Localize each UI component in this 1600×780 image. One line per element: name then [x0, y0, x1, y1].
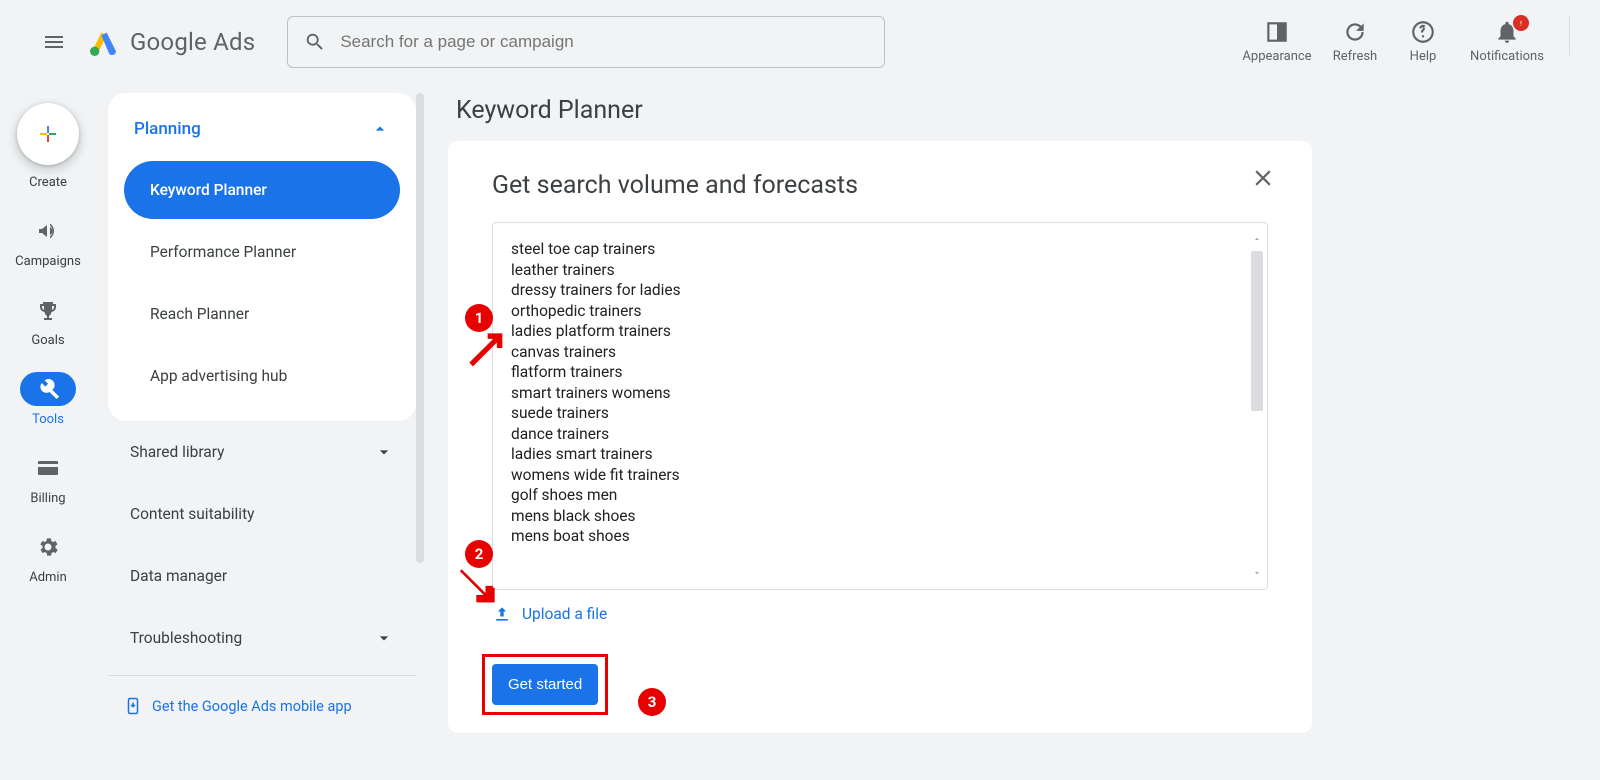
keywords-scrollbar[interactable] — [1251, 251, 1263, 411]
page-title: Keyword Planner — [456, 96, 1590, 125]
side-panel: Planning Keyword Planner Performance Pla… — [108, 93, 416, 780]
keywords-textarea[interactable]: steel toe cap trainers leather trainers … — [493, 223, 1267, 589]
upload-label: Upload a file — [522, 605, 607, 623]
trophy-icon — [36, 298, 60, 322]
rail-billing[interactable]: Billing — [8, 445, 88, 516]
global-search[interactable] — [287, 16, 885, 68]
caret-down-icon — [1252, 568, 1262, 578]
chevron-down-icon — [374, 442, 394, 462]
header-actions: Appearance Refresh Help Notifications — [1235, 15, 1570, 68]
brand-text: Google Ads — [130, 28, 255, 56]
nav-reach-planner-label: Reach Planner — [150, 305, 249, 323]
nav-troubleshooting-label: Troubleshooting — [130, 629, 374, 647]
scroll-up-arrow[interactable] — [1251, 233, 1263, 245]
refresh-icon — [1342, 19, 1368, 45]
mobile-download-icon — [124, 694, 142, 718]
rail-create-label: Create — [29, 175, 67, 190]
mobile-app-link[interactable]: Get the Google Ads mobile app — [108, 676, 416, 718]
plus-icon — [36, 122, 60, 146]
card-icon — [36, 456, 60, 480]
nav-app-advertising-hub[interactable]: App advertising hub — [124, 347, 400, 405]
nav-troubleshooting[interactable]: Troubleshooting — [108, 607, 416, 669]
appearance-button[interactable]: Appearance — [1235, 15, 1319, 68]
wrench-icon — [36, 377, 60, 401]
get-started-button[interactable]: Get started — [492, 664, 598, 705]
rail-tools-label: Tools — [32, 412, 64, 427]
upload-file-link[interactable]: Upload a file — [492, 604, 1268, 624]
main-area: Keyword Planner Get search volume and fo… — [448, 90, 1590, 770]
rail-goals[interactable]: Goals — [8, 287, 88, 358]
nav-shared-library-label: Shared library — [130, 443, 374, 461]
nav-performance-planner-label: Performance Planner — [150, 243, 296, 261]
nav-shared-library[interactable]: Shared library — [108, 421, 416, 483]
forecasts-card: Get search volume and forecasts steel to… — [448, 141, 1312, 733]
nav-content-suitability[interactable]: Content suitability — [108, 483, 416, 545]
help-label: Help — [1410, 49, 1437, 64]
planning-header[interactable]: Planning — [120, 111, 404, 157]
rail-admin[interactable]: Admin — [8, 524, 88, 595]
scroll-down-arrow[interactable] — [1251, 567, 1263, 579]
rail-tools[interactable]: Tools — [8, 366, 88, 437]
chevron-down-icon — [374, 628, 394, 648]
exclaim-icon — [1516, 18, 1526, 28]
appearance-icon — [1264, 19, 1290, 45]
planning-title: Planning — [134, 119, 370, 139]
header-separator — [1569, 15, 1570, 55]
help-icon — [1410, 19, 1436, 45]
notifications-button[interactable]: Notifications — [1459, 15, 1555, 68]
nav-keyword-planner-label: Keyword Planner — [150, 181, 267, 199]
nav-data-manager-label: Data manager — [130, 567, 394, 585]
nav-content-suit-label: Content suitability — [130, 505, 394, 523]
caret-up-icon — [1252, 234, 1262, 244]
nav-keyword-planner[interactable]: Keyword Planner — [124, 161, 400, 219]
megaphone-icon — [36, 219, 60, 243]
upload-icon — [492, 604, 512, 624]
mobile-app-label: Get the Google Ads mobile app — [152, 698, 352, 715]
planning-card: Planning Keyword Planner Performance Pla… — [108, 93, 416, 421]
rail-admin-label: Admin — [29, 570, 67, 585]
rail-billing-label: Billing — [30, 491, 65, 506]
card-title: Get search volume and forecasts — [492, 171, 1268, 200]
google-ads-logo-icon — [88, 26, 120, 58]
rail-campaigns-label: Campaigns — [15, 254, 81, 269]
left-rail: Create Campaigns Goals Tools Billing Adm… — [0, 83, 96, 780]
keywords-box[interactable]: steel toe cap trainers leather trainers … — [492, 222, 1268, 590]
notification-badge — [1513, 15, 1529, 31]
side-scrollbar[interactable] — [416, 93, 424, 563]
refresh-label: Refresh — [1333, 49, 1377, 64]
rail-goals-label: Goals — [31, 333, 64, 348]
app-header: Google Ads Appearance Refresh Help Notif… — [0, 0, 1600, 83]
menu-button[interactable] — [30, 18, 78, 66]
appearance-label: Appearance — [1242, 49, 1311, 64]
hamburger-icon — [42, 30, 66, 54]
nav-reach-planner[interactable]: Reach Planner — [124, 285, 400, 343]
help-button[interactable]: Help — [1391, 15, 1455, 68]
chevron-up-icon — [370, 119, 390, 139]
nav-data-manager[interactable]: Data manager — [108, 545, 416, 607]
close-icon — [1250, 165, 1276, 191]
search-icon — [304, 31, 326, 53]
brand-logo[interactable]: Google Ads — [88, 26, 255, 58]
nav-app-adv-hub-label: App advertising hub — [150, 367, 287, 385]
close-button[interactable] — [1250, 165, 1276, 195]
rail-campaigns[interactable]: Campaigns — [8, 208, 88, 279]
gear-icon — [36, 535, 60, 559]
refresh-button[interactable]: Refresh — [1323, 15, 1387, 68]
nav-performance-planner[interactable]: Performance Planner — [124, 223, 400, 281]
rail-create[interactable]: Create — [8, 97, 88, 200]
search-input[interactable] — [340, 32, 868, 52]
notifications-label: Notifications — [1470, 49, 1544, 64]
